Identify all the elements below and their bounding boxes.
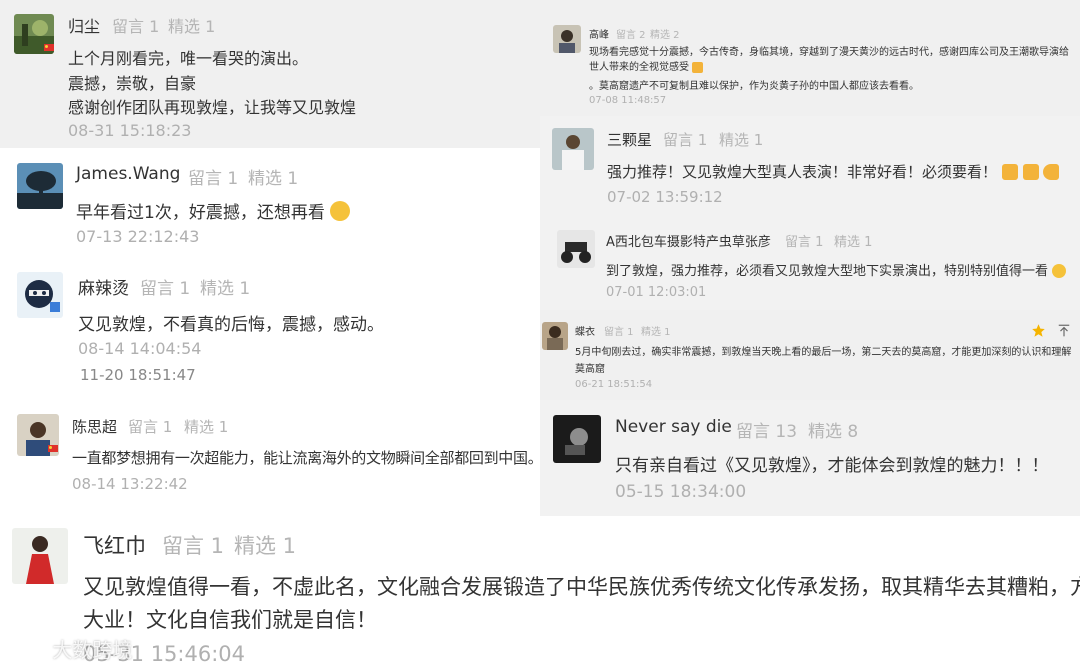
comment-line: 到了敦煌，强力推荐，必须看又见敦煌大型地下实景演出，特别特别值得一看: [606, 260, 1067, 279]
flexed-biceps-emoji-icon: [1043, 164, 1060, 180]
reply-count: 留言 2: [616, 30, 646, 41]
featured-count: 精选 1: [719, 131, 764, 149]
timestamp: 07-13 22:12:43: [76, 227, 200, 246]
comment-chensichao: 陈思超 留言 1 精选 1 一直都梦想拥有一次超能力，能让流离海外的文物瞬间全部…: [0, 400, 540, 510]
comment-text: 现场看完感觉十分震撼，今古传奇，身临其境，穿越到了漫天黄沙的远古时代，感谢四库公…: [589, 47, 1069, 73]
reply-count: 留言 1: [604, 327, 634, 338]
commenter-name[interactable]: 陈思超: [72, 416, 117, 437]
china-flag-icon: [48, 445, 58, 452]
featured-count: 精选 1: [641, 327, 671, 338]
pin-top-icon[interactable]: [1057, 323, 1071, 338]
comment-line: 一直都梦想拥有一次超能力，能让流离海外的文物瞬间全部都回到中国。: [72, 449, 540, 467]
comment-xibei-baoche: A西北包车摄影特产虫草张彦 留言 1 精选 1 到了敦煌，强力推荐，必须看又见敦…: [540, 218, 1080, 310]
commenter-name[interactable]: 飞红巾: [83, 530, 146, 560]
reply-count: 留言 1: [663, 131, 708, 149]
avatar[interactable]: [12, 528, 68, 584]
star-icon[interactable]: [1031, 323, 1046, 338]
commenter-name[interactable]: 蝶衣: [575, 323, 595, 338]
avatar[interactable]: [17, 272, 63, 318]
featured-count: 精选 8: [808, 422, 859, 442]
timestamp: 07-08 11:48:57: [589, 95, 667, 106]
timestamp: 06-21 18:51:54: [575, 379, 653, 390]
comment-line: 莫高窟: [575, 364, 605, 375]
featured-count: 精选 1: [834, 235, 873, 250]
avatar[interactable]: [553, 415, 601, 463]
timestamp: 08-14 13:22:42: [72, 475, 188, 493]
reply-count: 留言 1: [188, 169, 239, 189]
featured-count: 精选 1: [234, 534, 297, 558]
china-flag-icon: [44, 44, 54, 51]
watermark-text: 大数跨境: [52, 638, 133, 662]
reply-count: 留言 1: [162, 534, 225, 558]
comment-dieyi: 蝶衣 留言 1 精选 1 5月中旬刚去过，确实非常震撼，到敦煌当天晚上看的最后一…: [540, 310, 1080, 400]
reply-count: 留言 1: [785, 235, 824, 250]
commenter-name[interactable]: 归尘: [68, 13, 100, 37]
commenter-name[interactable]: A西北包车摄影特产虫草张彦: [606, 231, 771, 250]
reply-count: 留言 1: [112, 17, 160, 36]
comment-line: 大业！文化自信我们就是自信！: [83, 608, 377, 632]
watermark-logo-icon: [8, 640, 39, 660]
timestamp-overlay: 11-20 18:51:47: [80, 366, 196, 384]
comment-panel-top-left: 归尘 留言 1 精选 1 上个月刚看完，唯一看哭的演出。 震撼，崇敬，自豪 感谢…: [0, 0, 540, 148]
commenter-name[interactable]: 三颗星: [607, 129, 652, 150]
comment-text: 早年看过1次，好震撼，还想再看: [76, 203, 325, 223]
comment-line: 又见敦煌，不看真的后悔，震撼，感动。: [78, 315, 384, 335]
thumbs-up-emoji-icon: [1022, 164, 1039, 180]
thumbs-up-emoji-icon: [1001, 164, 1018, 180]
avatar[interactable]: [542, 322, 568, 350]
featured-count: 精选 1: [200, 279, 251, 299]
featured-count: 精选 1: [184, 418, 229, 436]
comment-james-wang: James.Wang 留言 1 精选 1 早年看过1次，好震撼，还想再看 07-…: [0, 148, 540, 260]
featured-count: 精选 2: [650, 30, 680, 41]
comment-feihongjin: 飞红巾 留言 1 精选 1 又见敦煌值得一看，不虚此名，文化融合发展锻造了中华民…: [0, 516, 1080, 668]
comment-line: 震撼，崇敬，自豪: [68, 74, 197, 93]
timestamp: 07-02 13:59:12: [607, 188, 723, 206]
comment-never-say-die: Never say die 留言 13 精选 8 只有亲自看过《又见敦煌》，才能…: [540, 400, 1080, 516]
timestamp: 07-01 12:03:01: [606, 285, 707, 300]
comment-malatang: 麻辣烫 留言 1 精选 1 又见敦煌，不看真的后悔，震撼，感动。 08-14 1…: [0, 260, 540, 400]
timestamp: 08-14 14:04:54: [78, 339, 202, 358]
comment-line: 感谢创作团队再现敦煌，让我等又见敦煌: [68, 98, 357, 117]
avatar[interactable]: [552, 128, 594, 170]
commenter-name[interactable]: 麻辣烫: [78, 274, 129, 299]
comment-line: 早年看过1次，好震撼，还想再看: [76, 198, 351, 223]
smiling-face-emoji-icon: [1052, 264, 1067, 278]
hushed-face-emoji-icon: [330, 201, 351, 221]
comment-line: 上个月刚看完，唯一看哭的演出。: [68, 49, 309, 68]
commenter-name[interactable]: 高峰: [589, 26, 609, 41]
comment-line: 又见敦煌值得一看，不虚此名，文化融合发展锻造了中华民族优秀传统文化传承发扬，取其…: [83, 575, 1080, 599]
comment-text: 到了敦煌，强力推荐，必须看又见敦煌大型地下实景演出，特别特别值得一看: [606, 264, 1049, 279]
reply-count: 留言 13: [736, 422, 798, 442]
comment-line: 。莫高窟遗产不可复制且难以保护，作为炎黄子孙的中国人都应该去看看。: [589, 81, 919, 92]
timestamp: 05-15 18:34:00: [615, 482, 747, 502]
featured-count: 精选 1: [168, 17, 216, 36]
comment-line: 强力推荐！又见敦煌大型真人表演！非常好看！必须要看！: [607, 161, 1060, 182]
thumbs-up-emoji-icon: [692, 62, 704, 73]
timestamp: 08-31 15:18:23: [68, 121, 192, 140]
commenter-name[interactable]: James.Wang: [76, 164, 180, 184]
featured-count: 精选 1: [248, 169, 299, 189]
reply-count: 留言 1: [128, 418, 173, 436]
reply-count: 留言 1: [140, 279, 191, 299]
comment-text: 强力推荐！又见敦煌大型真人表演！非常好看！必须要看！: [607, 163, 998, 181]
comment-line: 只有亲自看过《又见敦煌》，才能体会到敦煌的魅力！！！: [615, 456, 1049, 476]
avatar[interactable]: [557, 230, 595, 268]
commenter-name[interactable]: Never say die: [615, 417, 732, 437]
comment-line: 5月中旬刚去过，确实非常震撼，到敦煌当天晚上看的最后一场，第二天去的莫高窟，才能…: [575, 347, 1072, 358]
comment-gaofeng: 高峰 留言 2 精选 2 现场看完感觉十分震撼，今古传奇，身临其境，穿越到了漫天…: [540, 0, 1080, 116]
avatar[interactable]: [553, 25, 581, 53]
avatar[interactable]: [17, 163, 63, 209]
comment-line: 现场看完感觉十分震撼，今古传奇，身临其境，穿越到了漫天黄沙的远古时代，感谢四库公…: [589, 45, 1071, 75]
comment-sankexing: 三颗星 留言 1 精选 1 强力推荐！又见敦煌大型真人表演！非常好看！必须要看！…: [540, 116, 1080, 218]
watermark: 大数跨境: [8, 634, 133, 662]
